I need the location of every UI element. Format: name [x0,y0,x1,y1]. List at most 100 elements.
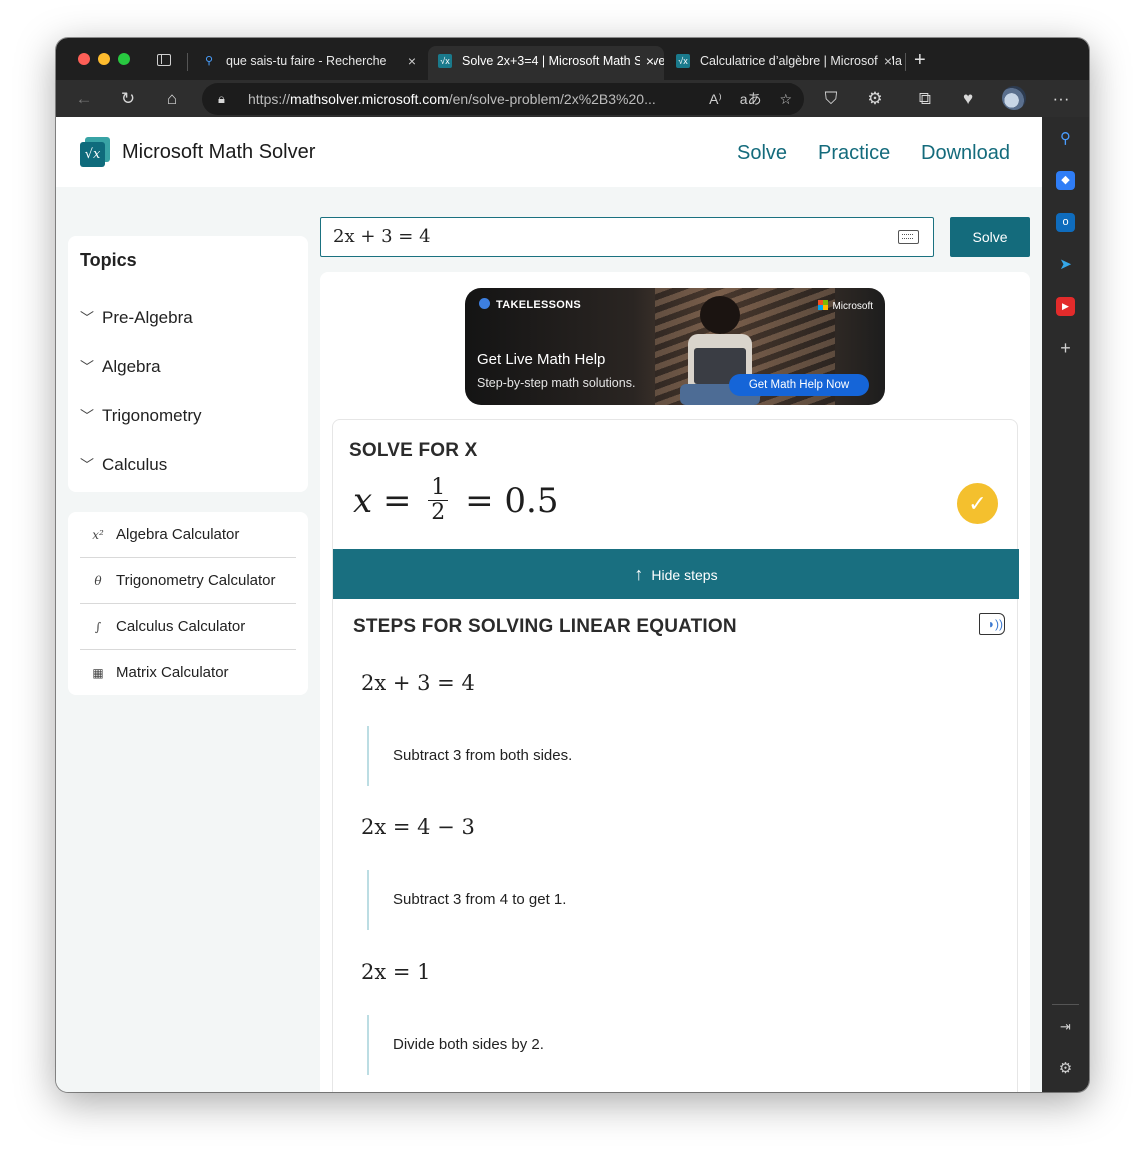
solve-button[interactable]: Solve [950,217,1030,257]
topic-algebra[interactable]: ﹀ Algebra [80,357,161,377]
topic-pre-algebra[interactable]: ﹀ Pre-Algebra [80,308,193,328]
equation-text: 2x + 3 = 4 [333,226,431,247]
shield-icon[interactable]: ⛉ [818,86,844,112]
immersive-reader-icon[interactable]: ◗)) [979,613,1005,635]
more-menu-icon[interactable]: ··· [1048,86,1074,112]
collections-icon[interactable]: ⧉ [912,86,938,112]
fraction-numerator: 1 [428,476,449,501]
arrow-up-icon: ↑ [634,564,644,584]
tab-title: que sais-tu faire - Recherche [226,54,387,68]
performance-icon[interactable]: ♥ [955,86,981,112]
hide-steps-label: Hide steps [651,567,718,583]
profile-avatar[interactable] [1002,86,1026,110]
calc-label: Trigonometry Calculator [116,572,276,589]
answer: x = 1 2 = 0.5 [353,476,558,534]
chevron-down-icon: ﹀ [80,408,94,424]
takelessons-ad[interactable]: TAKELESSONS Microsoft Get Live Math Help… [465,288,885,405]
search-icon[interactable]: ⚲ [1056,129,1075,148]
close-icon[interactable]: × [402,46,416,76]
home-icon[interactable]: ⌂ [159,86,185,112]
step-explanation: Subtract 3 from both sides. [367,726,997,786]
shopping-tag-icon[interactable]: ◆ [1056,171,1075,190]
integral-icon: ∫ [94,620,102,634]
browser-toolbar: ← ↻ ⌂ 🔒︎ https://mathsolver.microsoft.co… [56,80,1089,117]
chevron-down-icon: ﹀ [80,359,94,375]
topic-label: Calculus [102,455,168,474]
topics-panel: Topics ﹀ Pre-Algebra ﹀ Algebra ﹀ Trigonomet… [68,236,308,492]
site-header: √x Microsoft Math Solver Solve Practice … [56,117,1042,187]
matrix-icon: ▦ [92,666,104,680]
step-equation: 2x = 4 − 3 [361,815,475,839]
address-bar[interactable]: 🔒︎ https://mathsolver.microsoft.com/en/s… [202,83,804,115]
nav-solve[interactable]: Solve [737,142,787,165]
zoom-window-button[interactable] [118,53,130,65]
algebra-calculator-link[interactable]: x² Algebra Calculator [80,512,296,558]
hide-steps-button[interactable]: ↑ Hide steps [333,549,1019,599]
tab-strip: ⚲ que sais-tu faire - Recherche × √x Sol… [56,38,1089,80]
ad-cta-button[interactable]: Get Math Help Now [729,374,869,396]
result-card: SOLVE FOR X x = 1 2 = 0.5 ✓ ↑ Hide steps … [332,419,1019,1092]
calc-label: Matrix Calculator [116,664,229,681]
math-solver-icon: √x [676,54,690,68]
nav-practice[interactable]: Practice [818,142,890,165]
solve-for-heading: SOLVE FOR X [349,440,478,461]
ad-headline: Get Live Math Help [477,351,606,368]
back-icon[interactable]: ← [71,86,97,112]
equation-input[interactable]: 2x + 3 = 4 [320,217,934,257]
step-explanation: Divide both sides by 2. [367,1015,997,1075]
tab-title: Solve 2x+3=4 | Microsoft Math Solver [462,54,664,68]
topic-trigonometry[interactable]: ﹀ Trigonometry [80,406,202,426]
telegram-icon[interactable]: ➤ [1056,255,1075,274]
hide-sidebar-icon[interactable]: ⇥ [1056,1017,1075,1036]
outlook-icon[interactable]: o [1056,213,1075,232]
tab-actions-icon[interactable] [157,54,171,66]
chevron-down-icon: ﹀ [80,457,94,473]
microsoft-logo-icon [818,300,829,310]
address-bar-actions: A⁾ aあ ☆ [695,83,792,115]
ad-partner: Microsoft [818,300,873,312]
page-content: √x Microsoft Math Solver Solve Practice … [56,117,1042,1092]
takelessons-logo-icon [479,298,490,309]
topic-label: Pre-Algebra [102,308,193,327]
edge-sidebar: ⚲ ◆ o ➤ ▶ + ⇥ ⚙ [1042,117,1089,1092]
ad-partner-label: Microsoft [832,301,873,312]
close-icon[interactable]: × [877,46,892,76]
ad-brand-label: TAKELESSONS [496,299,581,311]
check-icon: ✓ [957,483,998,524]
brand-title[interactable]: Microsoft Math Solver [122,141,315,164]
translate-icon[interactable]: aあ [740,91,762,107]
trigonometry-calculator-link[interactable]: θ Trigonometry Calculator [80,558,296,604]
minimize-window-button[interactable] [98,53,110,65]
tab-solve[interactable]: √x Solve 2x+3=4 | Microsoft Math Solver … [428,46,664,80]
refresh-icon[interactable]: ↻ [115,86,141,112]
new-tab-button[interactable]: + [914,50,926,70]
close-icon[interactable]: × [639,46,654,76]
add-icon[interactable]: + [1056,339,1075,358]
search-icon: ⚲ [204,55,214,67]
calculators-panel: x² Algebra Calculator θ Trigonometry Calcu… [68,512,308,695]
tab-divider [187,53,188,71]
math-solver-logo[interactable]: √x [80,137,110,167]
favorite-icon[interactable]: ☆ [779,91,792,107]
ad-brand: TAKELESSONS [479,298,581,311]
ad-image-part [700,296,740,334]
logo-glyph: √x [80,142,105,167]
read-aloud-icon[interactable]: A⁾ [709,91,722,107]
calc-label: Calculus Calculator [116,618,246,635]
topic-calculus[interactable]: ﹀ Calculus [80,455,167,475]
matrix-calculator-link[interactable]: ▦ Matrix Calculator [80,650,296,696]
settings-gear-icon[interactable]: ⚙ [1056,1059,1075,1078]
tab-search[interactable]: ⚲ que sais-tu faire - Recherche × [192,46,426,80]
theta-icon: θ [94,574,102,588]
tab-title: Calculatrice d’algèbre | Microsoft Math … [700,54,902,68]
ad-subline: Step-by-step math solutions. [477,376,636,390]
nav-download[interactable]: Download [921,142,1010,165]
close-window-button[interactable] [78,53,90,65]
extensions-icon[interactable]: ⚙ [862,86,888,112]
keyboard-icon[interactable] [898,230,919,244]
solution-panel: TAKELESSONS Microsoft Get Live Math Help… [320,272,1030,1092]
calculus-calculator-link[interactable]: ∫ Calculus Calculator [80,604,296,650]
step-equation: 2x + 3 = 4 [361,671,475,695]
youtube-icon[interactable]: ▶ [1056,297,1075,316]
tab-calculator[interactable]: √x Calculatrice d’algèbre | Microsoft Ma… [666,46,902,80]
